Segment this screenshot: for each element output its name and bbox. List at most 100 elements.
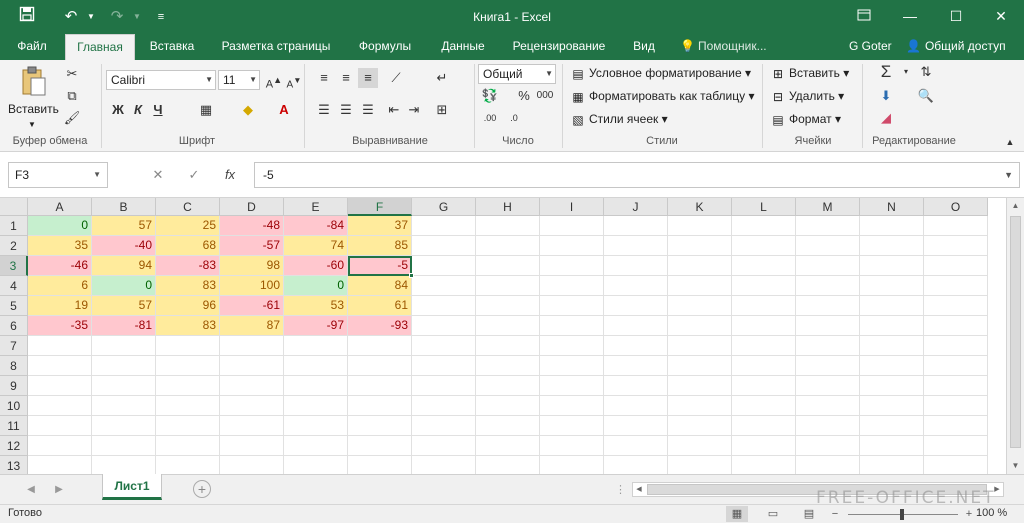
cell[interactable] — [860, 436, 924, 456]
cell[interactable] — [92, 356, 156, 376]
row-header[interactable]: 8 — [0, 356, 28, 376]
name-box[interactable]: F3 ▼ — [8, 162, 108, 188]
cell[interactable] — [92, 436, 156, 456]
column-header[interactable]: H — [476, 198, 540, 216]
cell[interactable]: 94 — [92, 256, 156, 276]
column-header[interactable]: K — [668, 198, 732, 216]
add-sheet-button[interactable]: + — [193, 480, 211, 498]
paste-dropdown-icon[interactable]: ▼ — [28, 116, 36, 134]
decrease-font-icon[interactable]: A▼ — [284, 70, 304, 90]
cell[interactable] — [732, 396, 796, 416]
cell[interactable]: 96 — [156, 296, 220, 316]
cell[interactable] — [732, 296, 796, 316]
cell[interactable] — [284, 456, 348, 474]
cell[interactable]: 57 — [92, 216, 156, 236]
autosum-icon[interactable]: Σ — [876, 62, 896, 82]
cell[interactable] — [860, 456, 924, 474]
cell[interactable] — [924, 216, 988, 236]
cell[interactable]: -61 — [220, 296, 284, 316]
cell[interactable] — [92, 396, 156, 416]
cell[interactable]: 85 — [348, 236, 412, 256]
cell[interactable] — [732, 236, 796, 256]
row-header[interactable]: 6 — [0, 316, 28, 336]
cell[interactable] — [604, 296, 668, 316]
cell[interactable] — [540, 396, 604, 416]
cell[interactable] — [412, 296, 476, 316]
cell[interactable] — [924, 416, 988, 436]
scroll-left-icon[interactable]: ◀ — [633, 483, 645, 496]
cell[interactable] — [540, 336, 604, 356]
column-header[interactable]: G — [412, 198, 476, 216]
ribbon-display-icon[interactable] — [841, 0, 887, 32]
cell[interactable] — [92, 456, 156, 474]
cell[interactable]: -83 — [156, 256, 220, 276]
cell[interactable] — [604, 276, 668, 296]
tab-review[interactable]: Рецензирование — [506, 34, 612, 60]
cell[interactable] — [476, 336, 540, 356]
cell[interactable] — [28, 456, 92, 474]
cell[interactable] — [412, 456, 476, 474]
cell[interactable] — [668, 296, 732, 316]
minimize-button[interactable]: — — [887, 0, 933, 32]
tab-data[interactable]: Данные — [432, 34, 494, 60]
cell[interactable] — [476, 436, 540, 456]
cell[interactable] — [412, 436, 476, 456]
cell[interactable]: -46 — [28, 256, 92, 276]
sheet-tab[interactable]: Лист1 — [102, 474, 162, 500]
normal-view-icon[interactable]: ▦ — [726, 506, 748, 522]
cell[interactable]: 68 — [156, 236, 220, 256]
cell[interactable]: 100 — [220, 276, 284, 296]
cell[interactable] — [668, 416, 732, 436]
zoom-slider-knob[interactable] — [900, 509, 904, 520]
cell[interactable] — [220, 336, 284, 356]
cell[interactable] — [92, 416, 156, 436]
cell[interactable] — [220, 376, 284, 396]
cell[interactable] — [284, 396, 348, 416]
cell[interactable] — [732, 416, 796, 436]
cell[interactable] — [348, 356, 412, 376]
currency-icon[interactable]: 💱 — [480, 86, 500, 106]
cell[interactable] — [604, 416, 668, 436]
cell[interactable] — [732, 436, 796, 456]
cell[interactable] — [476, 216, 540, 236]
cell-styles-button[interactable]: ▧ Стили ячеек ▾ — [570, 110, 667, 128]
enter-icon[interactable]: ✓ — [180, 162, 208, 188]
cell[interactable] — [412, 256, 476, 276]
cell[interactable]: -81 — [92, 316, 156, 336]
cell[interactable] — [860, 396, 924, 416]
cell[interactable] — [924, 376, 988, 396]
row-header[interactable]: 4 — [0, 276, 28, 296]
cell[interactable] — [28, 376, 92, 396]
cell[interactable] — [796, 396, 860, 416]
cut-icon[interactable]: ✂ — [62, 64, 82, 84]
cell[interactable] — [540, 216, 604, 236]
cell[interactable] — [860, 276, 924, 296]
spreadsheet-grid[interactable]: A B C D E F G H I J K L M N O 1 0 57 25 -48 -84 37 2 35 -40 68 -57… — [0, 198, 1006, 474]
column-header[interactable]: N — [860, 198, 924, 216]
cell[interactable] — [604, 376, 668, 396]
cell[interactable] — [924, 276, 988, 296]
cell[interactable] — [668, 216, 732, 236]
cell[interactable] — [796, 436, 860, 456]
cell[interactable] — [604, 436, 668, 456]
formula-input[interactable]: -5 ▼ — [254, 162, 1020, 188]
cell[interactable] — [668, 236, 732, 256]
cell[interactable]: -35 — [28, 316, 92, 336]
cell[interactable] — [604, 236, 668, 256]
cell[interactable] — [860, 316, 924, 336]
cell[interactable] — [156, 436, 220, 456]
cell[interactable] — [412, 316, 476, 336]
sort-filter-icon[interactable]: ⇅ — [916, 62, 936, 82]
number-format-combo[interactable]: Общий ▼ — [478, 64, 556, 84]
cell[interactable] — [348, 456, 412, 474]
cell[interactable] — [796, 376, 860, 396]
cell[interactable] — [540, 296, 604, 316]
cell[interactable] — [156, 376, 220, 396]
cell[interactable]: -40 — [92, 236, 156, 256]
cell[interactable] — [284, 336, 348, 356]
column-header[interactable]: J — [604, 198, 668, 216]
zoom-level[interactable]: 100 % — [976, 507, 1007, 519]
cell[interactable] — [476, 276, 540, 296]
cell[interactable] — [796, 296, 860, 316]
cell[interactable] — [412, 216, 476, 236]
